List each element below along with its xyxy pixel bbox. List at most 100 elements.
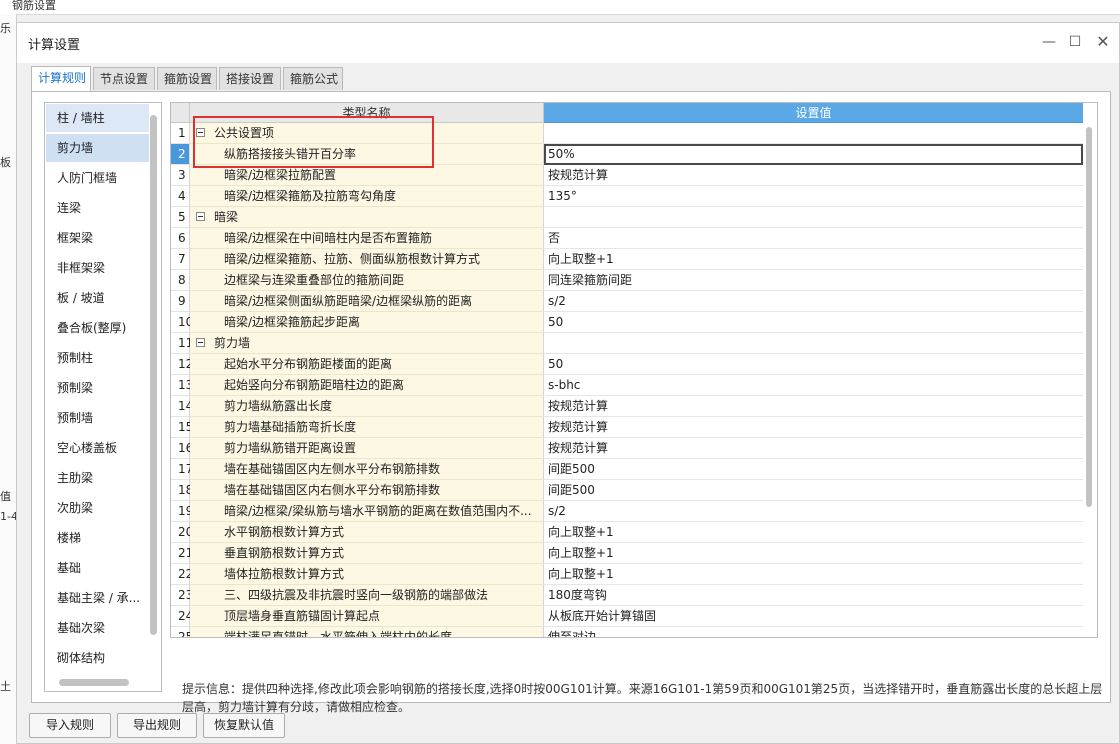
category-item[interactable]: 空心楼盖板 xyxy=(46,434,149,462)
category-item[interactable]: 叠合板(整厚) xyxy=(46,314,149,342)
table-row[interactable]: 19 暗梁/边框梁/梁纵筋与墙水平钢筋的距离在数值范围内不... s/2 xyxy=(171,501,1083,522)
grid-vertical-scrollbar[interactable] xyxy=(1086,127,1092,507)
setting-value-cell[interactable]: 50% xyxy=(544,144,1083,165)
tab-node-settings[interactable]: 节点设置 xyxy=(93,67,155,90)
setting-value-cell[interactable]: 向上取整+1 xyxy=(544,543,1083,564)
setting-value-cell[interactable]: 按规范计算 xyxy=(544,417,1083,438)
category-item[interactable]: 基础次梁 xyxy=(46,614,149,642)
table-row[interactable]: 2 纵筋搭接接头错开百分率 50% xyxy=(171,144,1083,165)
setting-value-cell[interactable]: s/2 xyxy=(544,501,1083,522)
table-row[interactable]: 13 起始竖向分布钢筋距暗柱边的距离 s-bhc xyxy=(171,375,1083,396)
category-item[interactable]: 框架梁 xyxy=(46,224,149,252)
tab-lap-settings[interactable]: 搭接设置 xyxy=(219,67,281,90)
export-rules-button[interactable]: 导出规则 xyxy=(117,713,197,738)
category-item[interactable]: 主肋梁 xyxy=(46,464,149,492)
setting-value-cell[interactable]: s/2 xyxy=(544,291,1083,312)
tab-stirrup-settings[interactable]: 箍筋设置 xyxy=(157,67,217,90)
category-item[interactable]: 砌体结构 xyxy=(46,644,149,672)
table-row[interactable]: 12 起始水平分布钢筋距楼面的距离 50 xyxy=(171,354,1083,375)
setting-value-cell[interactable]: 从板底开始计算锚固 xyxy=(544,606,1083,627)
category-item[interactable]: 人防门框墙 xyxy=(46,164,149,192)
setting-value-cell[interactable]: 50 xyxy=(544,312,1083,333)
maximize-icon[interactable]: ☐ xyxy=(1063,31,1087,53)
setting-name-cell: 水平钢筋根数计算方式 xyxy=(190,522,544,543)
grid-header-value[interactable]: 设置值 xyxy=(544,103,1083,123)
collapse-toggle-icon[interactable] xyxy=(196,338,205,347)
collapse-toggle-icon[interactable] xyxy=(196,212,205,221)
setting-value-cell[interactable] xyxy=(544,123,1083,144)
table-row[interactable]: 22 墙体拉筋根数计算方式 向上取整+1 xyxy=(171,564,1083,585)
setting-value-cell[interactable] xyxy=(544,333,1083,354)
category-item[interactable]: 次肋梁 xyxy=(46,494,149,522)
setting-name-cell: 剪力墙纵筋错开距离设置 xyxy=(190,438,544,459)
setting-name-cell: 墙在基础锚固区内左侧水平分布钢筋排数 xyxy=(190,459,544,480)
setting-name-text: 暗梁/边框梁箍筋起步距离 xyxy=(224,315,361,329)
table-row[interactable]: 1 公共设置项 xyxy=(171,123,1083,144)
category-item[interactable]: 柱 / 墙柱 xyxy=(46,104,149,132)
collapse-toggle-icon[interactable] xyxy=(196,128,205,137)
setting-value-cell[interactable]: 否 xyxy=(544,228,1083,249)
category-vertical-scrollbar[interactable] xyxy=(150,115,157,635)
setting-value-cell[interactable]: 按规范计算 xyxy=(544,165,1083,186)
table-row[interactable]: 16 剪力墙纵筋错开距离设置 按规范计算 xyxy=(171,438,1083,459)
table-row[interactable]: 6 暗梁/边框梁在中间暗柱内是否布置箍筋 否 xyxy=(171,228,1083,249)
import-rules-button[interactable]: 导入规则 xyxy=(29,713,111,738)
table-row[interactable]: 8 边框梁与连梁重叠部位的箍筋间距 同连梁箍筋间距 xyxy=(171,270,1083,291)
table-row[interactable]: 25 端柱满足直锚时，水平筋伸入端柱内的长度 伸至对边 xyxy=(171,627,1083,637)
calculation-settings-dialog: 计算设置 — ☐ ✕ 计算规则 节点设置 箍筋设置 搭接设置 箍筋公式 柱 / … xyxy=(16,22,1120,744)
setting-name-text: 暗梁/边框梁/梁纵筋与墙水平钢筋的距离在数值范围内不... xyxy=(224,504,532,518)
table-row[interactable]: 23 三、四级抗震及非抗震时竖向一级钢筋的端部做法 180度弯钩 xyxy=(171,585,1083,606)
setting-value-cell[interactable]: 180度弯钩 xyxy=(544,585,1083,606)
setting-value-cell[interactable]: 同连梁箍筋间距 xyxy=(544,270,1083,291)
dialog-titlebar[interactable]: 计算设置 — ☐ ✕ xyxy=(17,23,1119,63)
setting-value-cell[interactable]: 按规范计算 xyxy=(544,396,1083,417)
category-horizontal-scrollbar[interactable] xyxy=(59,679,129,686)
table-row[interactable]: 24 顶层墙身垂直筋锚固计算起点 从板底开始计算锚固 xyxy=(171,606,1083,627)
setting-name-text: 剪力墙基础插筋弯折长度 xyxy=(224,420,357,434)
close-icon[interactable]: ✕ xyxy=(1091,31,1115,53)
category-item[interactable]: 楼梯 xyxy=(46,524,149,552)
table-row[interactable]: 17 墙在基础锚固区内左侧水平分布钢筋排数 间距500 xyxy=(171,459,1083,480)
setting-value-cell[interactable]: 向上取整+1 xyxy=(544,522,1083,543)
category-item[interactable]: 剪力墙 xyxy=(46,134,149,162)
table-row[interactable]: 5 暗梁 xyxy=(171,207,1083,228)
table-row[interactable]: 15 剪力墙基础插筋弯折长度 按规范计算 xyxy=(171,417,1083,438)
category-item[interactable]: 基础 xyxy=(46,554,149,582)
setting-name-cell: 墙体拉筋根数计算方式 xyxy=(190,564,544,585)
table-row[interactable]: 7 暗梁/边框梁箍筋、拉筋、侧面纵筋根数计算方式 向上取整+1 xyxy=(171,249,1083,270)
table-row[interactable]: 9 暗梁/边框梁侧面纵筋距暗梁/边框梁纵筋的距离 s/2 xyxy=(171,291,1083,312)
minimize-icon[interactable]: — xyxy=(1037,31,1061,53)
category-item[interactable]: 非框架梁 xyxy=(46,254,149,282)
setting-value-cell[interactable]: 伸至对边 xyxy=(544,627,1083,637)
setting-name-cell: 端柱满足直锚时，水平筋伸入端柱内的长度 xyxy=(190,627,544,637)
table-row[interactable]: 20 水平钢筋根数计算方式 向上取整+1 xyxy=(171,522,1083,543)
table-row[interactable]: 4 暗梁/边框梁箍筋及拉筋弯勾角度 135° xyxy=(171,186,1083,207)
category-item[interactable]: 预制墙 xyxy=(46,404,149,432)
category-item[interactable]: 板 / 坡道 xyxy=(46,284,149,312)
setting-value-cell[interactable]: 向上取整+1 xyxy=(544,249,1083,270)
tab-calc-rules[interactable]: 计算规则 xyxy=(31,66,91,91)
table-row[interactable]: 21 垂直钢筋根数计算方式 向上取整+1 xyxy=(171,543,1083,564)
category-item[interactable]: 预制柱 xyxy=(46,344,149,372)
restore-defaults-button[interactable]: 恢复默认值 xyxy=(203,713,285,738)
setting-value-cell[interactable]: s-bhc xyxy=(544,375,1083,396)
table-row[interactable]: 11 剪力墙 xyxy=(171,333,1083,354)
setting-value-cell[interactable] xyxy=(544,207,1083,228)
row-number: 25 xyxy=(171,627,193,637)
table-row[interactable]: 10 暗梁/边框梁箍筋起步距离 50 xyxy=(171,312,1083,333)
setting-value-cell[interactable]: 135° xyxy=(544,186,1083,207)
setting-value-cell[interactable]: 向上取整+1 xyxy=(544,564,1083,585)
table-row[interactable]: 14 剪力墙纵筋露出长度 按规范计算 xyxy=(171,396,1083,417)
table-row[interactable]: 3 暗梁/边框梁拉筋配置 按规范计算 xyxy=(171,165,1083,186)
row-number: 8 xyxy=(171,270,190,291)
setting-value-cell[interactable]: 按规范计算 xyxy=(544,438,1083,459)
tab-stirrup-formula[interactable]: 箍筋公式 xyxy=(283,67,343,90)
setting-value-cell[interactable]: 50 xyxy=(544,354,1083,375)
category-item[interactable]: 预制梁 xyxy=(46,374,149,402)
category-item[interactable]: 基础主梁 / 承... xyxy=(46,584,149,612)
setting-value-cell[interactable]: 间距500 xyxy=(544,480,1083,501)
setting-value-cell[interactable]: 间距500 xyxy=(544,459,1083,480)
category-item[interactable]: 连梁 xyxy=(46,194,149,222)
table-row[interactable]: 18 墙在基础锚固区内右侧水平分布钢筋排数 间距500 xyxy=(171,480,1083,501)
grid-header-name[interactable]: 类型名称 xyxy=(190,103,544,123)
